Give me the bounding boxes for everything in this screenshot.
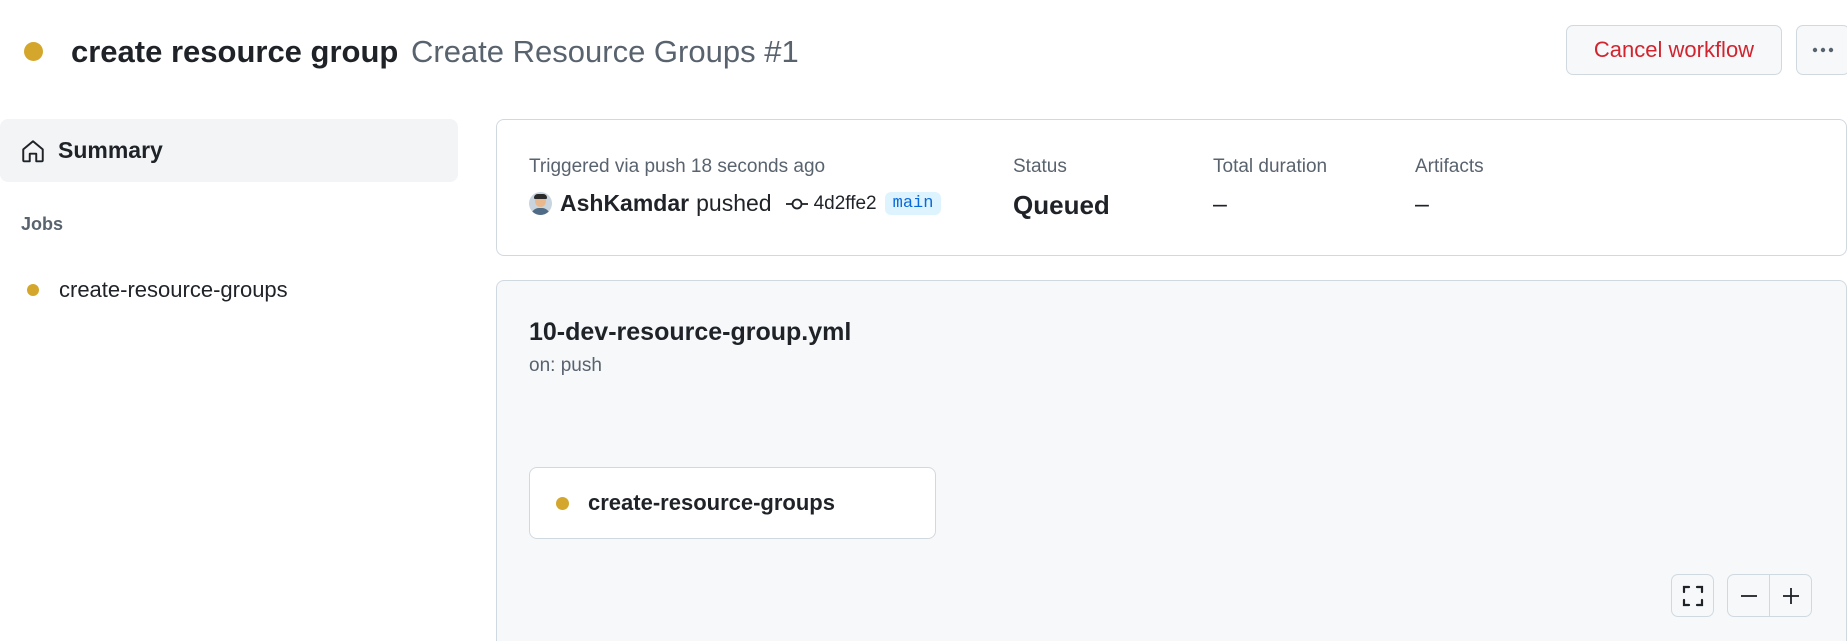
more-options-button[interactable] [1796, 25, 1847, 75]
jobs-heading: Jobs [21, 214, 64, 234]
trigger-details: AshKamdar pushed 4d2ffe2 main [529, 190, 942, 217]
workflow-trigger: on: push [529, 355, 602, 376]
cancel-workflow-button[interactable]: Cancel workflow [1566, 25, 1782, 75]
artifacts-label: Artifacts [1415, 156, 1484, 177]
zoom-out-icon [1740, 594, 1757, 597]
workflow-name: create resource group [71, 34, 399, 69]
status-queued-icon [24, 42, 43, 61]
home-icon [22, 139, 44, 162]
page-title: create resource group Create Resource Gr… [71, 32, 799, 72]
job-card-label: create-resource-groups [588, 490, 835, 515]
commit-sha-link[interactable]: 4d2ffe2 [814, 193, 877, 215]
workflow-graph: 10-dev-resource-group.yml on: push creat… [496, 280, 1847, 641]
workflow-run-page: create resource group Create Resource Gr… [0, 0, 1847, 641]
action-text: pushed [696, 190, 772, 216]
status-section: Status Queued [1013, 156, 1110, 221]
fullscreen-icon [1682, 585, 1703, 606]
status-label: Status [1013, 156, 1067, 177]
fullscreen-button[interactable] [1671, 574, 1714, 617]
trigger-section: Triggered via push 18 seconds ago AshKam… [529, 156, 942, 217]
job-card[interactable]: create-resource-groups [529, 467, 936, 539]
zoom-in-icon [1782, 587, 1799, 604]
trigger-label: Triggered via push 18 seconds ago [529, 156, 826, 177]
duration-label: Total duration [1213, 156, 1328, 177]
zoom-in-button[interactable] [1769, 574, 1812, 617]
sidebar-item-job[interactable]: create-resource-groups [0, 272, 458, 308]
branch-badge[interactable]: main [884, 192, 942, 215]
status-queued-icon [27, 284, 39, 296]
git-commit-icon [785, 198, 808, 209]
sidebar-job-label: create-resource-groups [59, 277, 288, 302]
artifacts-value: – [1415, 190, 1429, 218]
actor-link[interactable]: AshKamdar [560, 190, 689, 217]
workflow-file-name[interactable]: 10-dev-resource-group.yml [529, 318, 851, 347]
artifacts-section: Artifacts – [1415, 156, 1484, 219]
zoom-out-button[interactable] [1727, 574, 1770, 617]
duration-section: Total duration – [1213, 156, 1327, 219]
avatar[interactable] [529, 192, 552, 215]
status-value: Queued [1013, 190, 1110, 220]
status-queued-icon [556, 496, 569, 510]
sidebar-item-label: Summary [58, 137, 163, 163]
run-title: Create Resource Groups #1 [410, 34, 799, 69]
duration-value: – [1213, 190, 1227, 218]
sidebar-item-summary[interactable]: Summary [0, 119, 458, 182]
run-summary-card: Triggered via push 18 seconds ago AshKam… [496, 119, 1847, 256]
kebab-horizontal-icon [1812, 47, 1834, 53]
